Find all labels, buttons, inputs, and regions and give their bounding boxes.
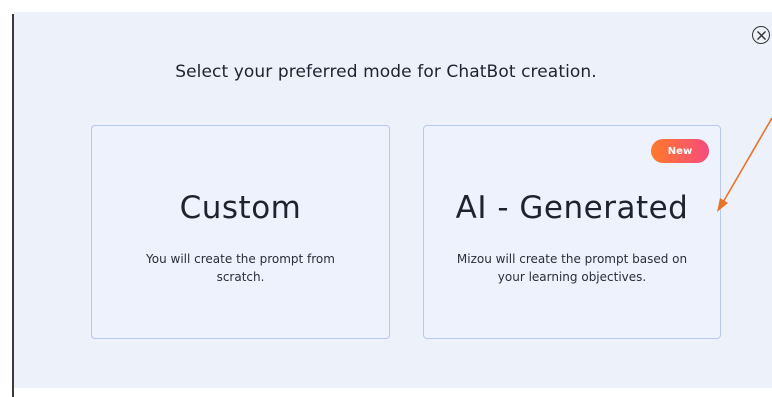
card-description: You will create the prompt from scratch. (146, 252, 335, 284)
card-description: Mizou will create the prompt based on yo… (456, 252, 688, 284)
card-title: Custom (179, 190, 302, 226)
card-title: AI - Generated (455, 190, 689, 226)
ai-generated-mode-card[interactable]: New AI - Generated Mizou will create the… (423, 125, 721, 339)
new-badge: New (651, 139, 709, 163)
close-icon[interactable] (752, 26, 770, 44)
screen: Select your preferred mode for ChatBot c… (0, 0, 772, 397)
modal-heading: Select your preferred mode for ChatBot c… (175, 62, 597, 82)
custom-mode-card[interactable]: Custom You will create the prompt from s… (91, 125, 390, 339)
close-x-glyph (756, 30, 766, 40)
